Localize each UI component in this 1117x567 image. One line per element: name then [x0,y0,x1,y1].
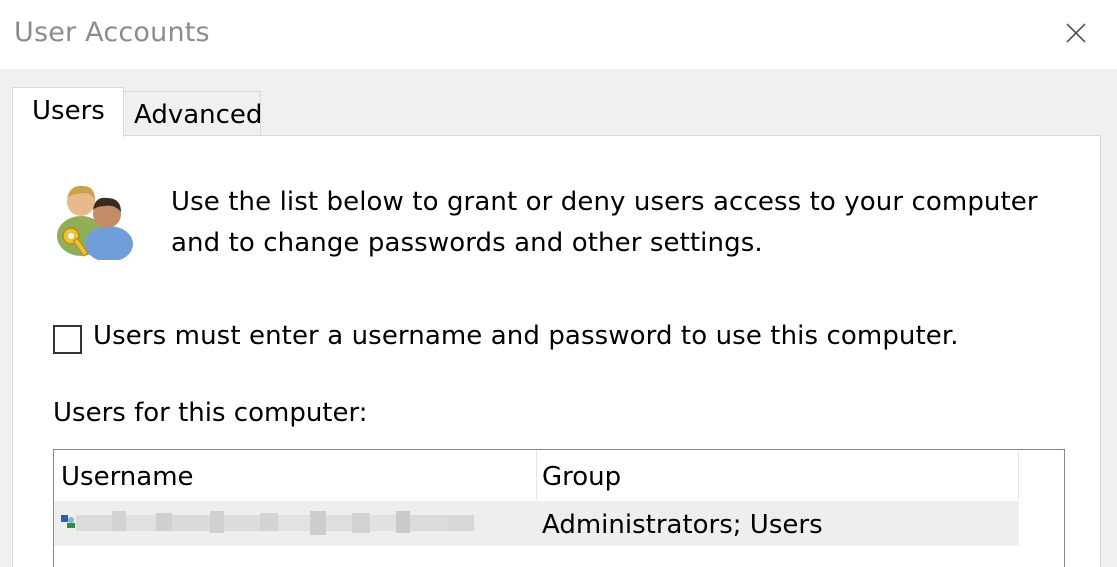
tab-users[interactable]: Users [12,87,124,137]
users-listview[interactable]: Username Group Administrators; Users [53,449,1065,567]
column-header-group[interactable]: Group [537,450,1019,500]
intro-line-2: and to change passwords and other settin… [171,228,763,258]
tab-users-label: Users [32,96,105,126]
user-accounts-window: User Accounts Users Advanced Use the lis… [0,0,1117,567]
window-title: User Accounts [14,17,210,48]
intro-text: Use the list below to grant or deny user… [171,182,1071,264]
group-cell: Administrators; Users [542,510,823,540]
title-bar: User Accounts [0,0,1117,69]
column-header-group-label: Group [542,462,622,492]
user-account-icon [61,515,75,528]
column-header-username[interactable]: Username [54,450,537,500]
users-tab-panel: Use the list below to grant or deny user… [12,135,1101,567]
users-key-icon [57,185,133,260]
tab-advanced[interactable]: Advanced [123,91,263,136]
close-button[interactable] [1051,10,1101,56]
column-header-username-label: Username [61,462,194,492]
intro-line-1: Use the list below to grant or deny user… [171,187,1038,217]
tab-advanced-label: Advanced [134,100,263,130]
require-login-checkbox[interactable] [53,325,82,354]
require-login-checkbox-label[interactable]: Users must enter a username and password… [93,321,959,351]
close-icon [1066,23,1086,43]
table-row[interactable]: Administrators; Users [54,501,1019,546]
users-list-caption: Users for this computer: [53,398,368,428]
